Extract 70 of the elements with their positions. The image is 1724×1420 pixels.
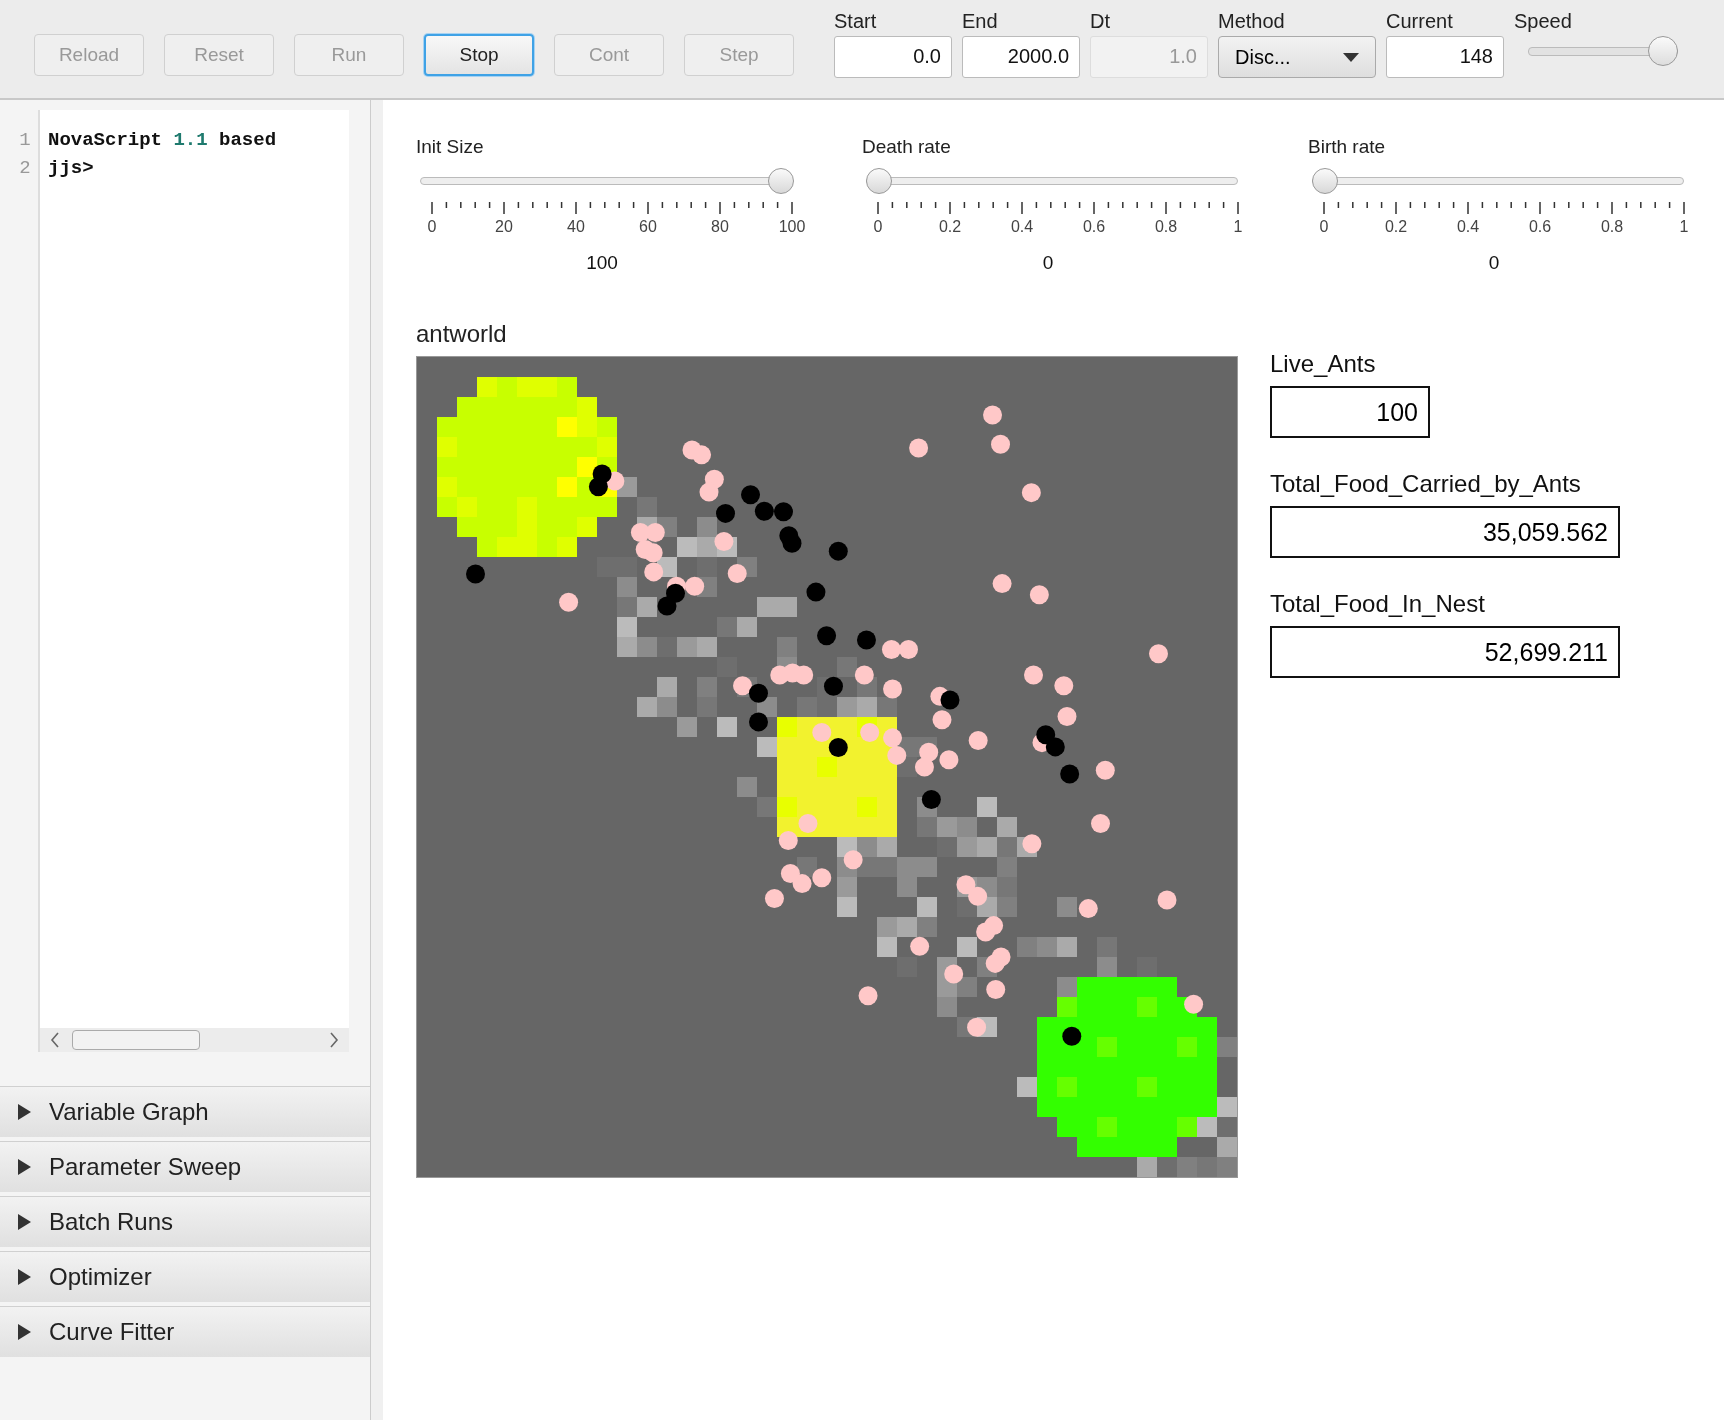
slider-thumb[interactable] [1312,168,1338,194]
caret-icon [1343,52,1359,62]
speed-slider[interactable] [1528,36,1678,66]
slider-value: 0 [1487,252,1501,274]
tick-label: 0 [873,218,883,236]
tick-label: 0.8 [1600,218,1624,236]
tick-label: 0.6 [1528,218,1552,236]
field-label: Speed [1514,10,1573,33]
slider-thumb[interactable] [866,168,892,194]
tick-label: 0.8 [1154,218,1178,236]
scroll-right-icon[interactable] [329,1032,339,1048]
world-title: antworld [416,320,508,348]
field-label: Current [1386,10,1454,33]
accordion-header[interactable]: Variable Graph [0,1086,370,1137]
scroll-left-icon[interactable] [50,1032,60,1048]
text-field[interactable]: 0.0 [834,36,952,78]
tick-label: 1 [1679,218,1689,236]
toolbar-button[interactable]: Stop [424,34,534,76]
tick-label: 0.2 [1384,218,1408,236]
slider-label: Init Size [416,136,485,158]
accordion-header[interactable]: Batch Runs [0,1196,370,1247]
monitor-value: 100 [1270,386,1430,438]
accordion-header[interactable]: Curve Fitter [0,1306,370,1357]
slider[interactable] [866,168,1238,194]
triangle-icon [18,1269,31,1285]
triangle-icon [18,1214,31,1230]
tick-label: 0.4 [1010,218,1034,236]
slider-value: 0 [1041,252,1055,274]
monitor-label: Total_Food_Carried_by_Ants [1270,470,1582,498]
tick-label: 80 [711,218,729,236]
accordion-header[interactable]: Optimizer [0,1251,370,1302]
accordion-header[interactable]: Parameter Sweep [0,1141,370,1192]
slider[interactable] [420,168,792,194]
triangle-icon [18,1159,31,1175]
slider-thumb[interactable] [768,168,794,194]
field-label: Method [1218,10,1286,33]
code-line: NovaScript 1.1 based [48,128,277,153]
field-label: Dt [1090,10,1111,33]
tick-label: 60 [639,218,657,236]
tick-label: 0 [427,218,437,236]
text-field[interactable]: 2000.0 [962,36,1080,78]
tick-label: 0 [1319,218,1329,236]
horizontal-scrollbar[interactable] [40,1028,349,1052]
monitor-label: Live_Ants [1270,350,1377,378]
method-dropdown[interactable]: Disc... [1218,36,1376,78]
slider-value: 100 [585,252,619,274]
field-label: Start [834,10,878,33]
tick-label: 20 [495,218,513,236]
tick-label: 0.4 [1456,218,1480,236]
tick-label: 100 [778,218,806,236]
text-field[interactable]: 148 [1386,36,1504,78]
field-label: End [962,10,999,33]
tick-label: 0.2 [938,218,962,236]
tick-label: 1 [1233,218,1243,236]
triangle-icon [18,1104,31,1120]
line-number: 1 [18,128,32,153]
code-line: jjs> [48,156,95,181]
monitor-label: Total_Food_In_Nest [1270,590,1486,618]
script-console[interactable]: 1 2 NovaScript 1.1 based jjs> [12,110,349,1052]
slider[interactable] [1312,168,1684,194]
scrollbar-thumb[interactable] [72,1030,200,1050]
monitor-value: 35,059.562 [1270,506,1620,558]
slider-label: Death rate [862,136,952,158]
monitor-value: 52,699.211 [1270,626,1620,678]
triangle-icon [18,1324,31,1340]
slider-label: Birth rate [1308,136,1387,158]
line-number: 2 [18,156,32,181]
tick-label: 40 [567,218,585,236]
tick-label: 0.6 [1082,218,1106,236]
slider-thumb[interactable] [1648,36,1678,66]
